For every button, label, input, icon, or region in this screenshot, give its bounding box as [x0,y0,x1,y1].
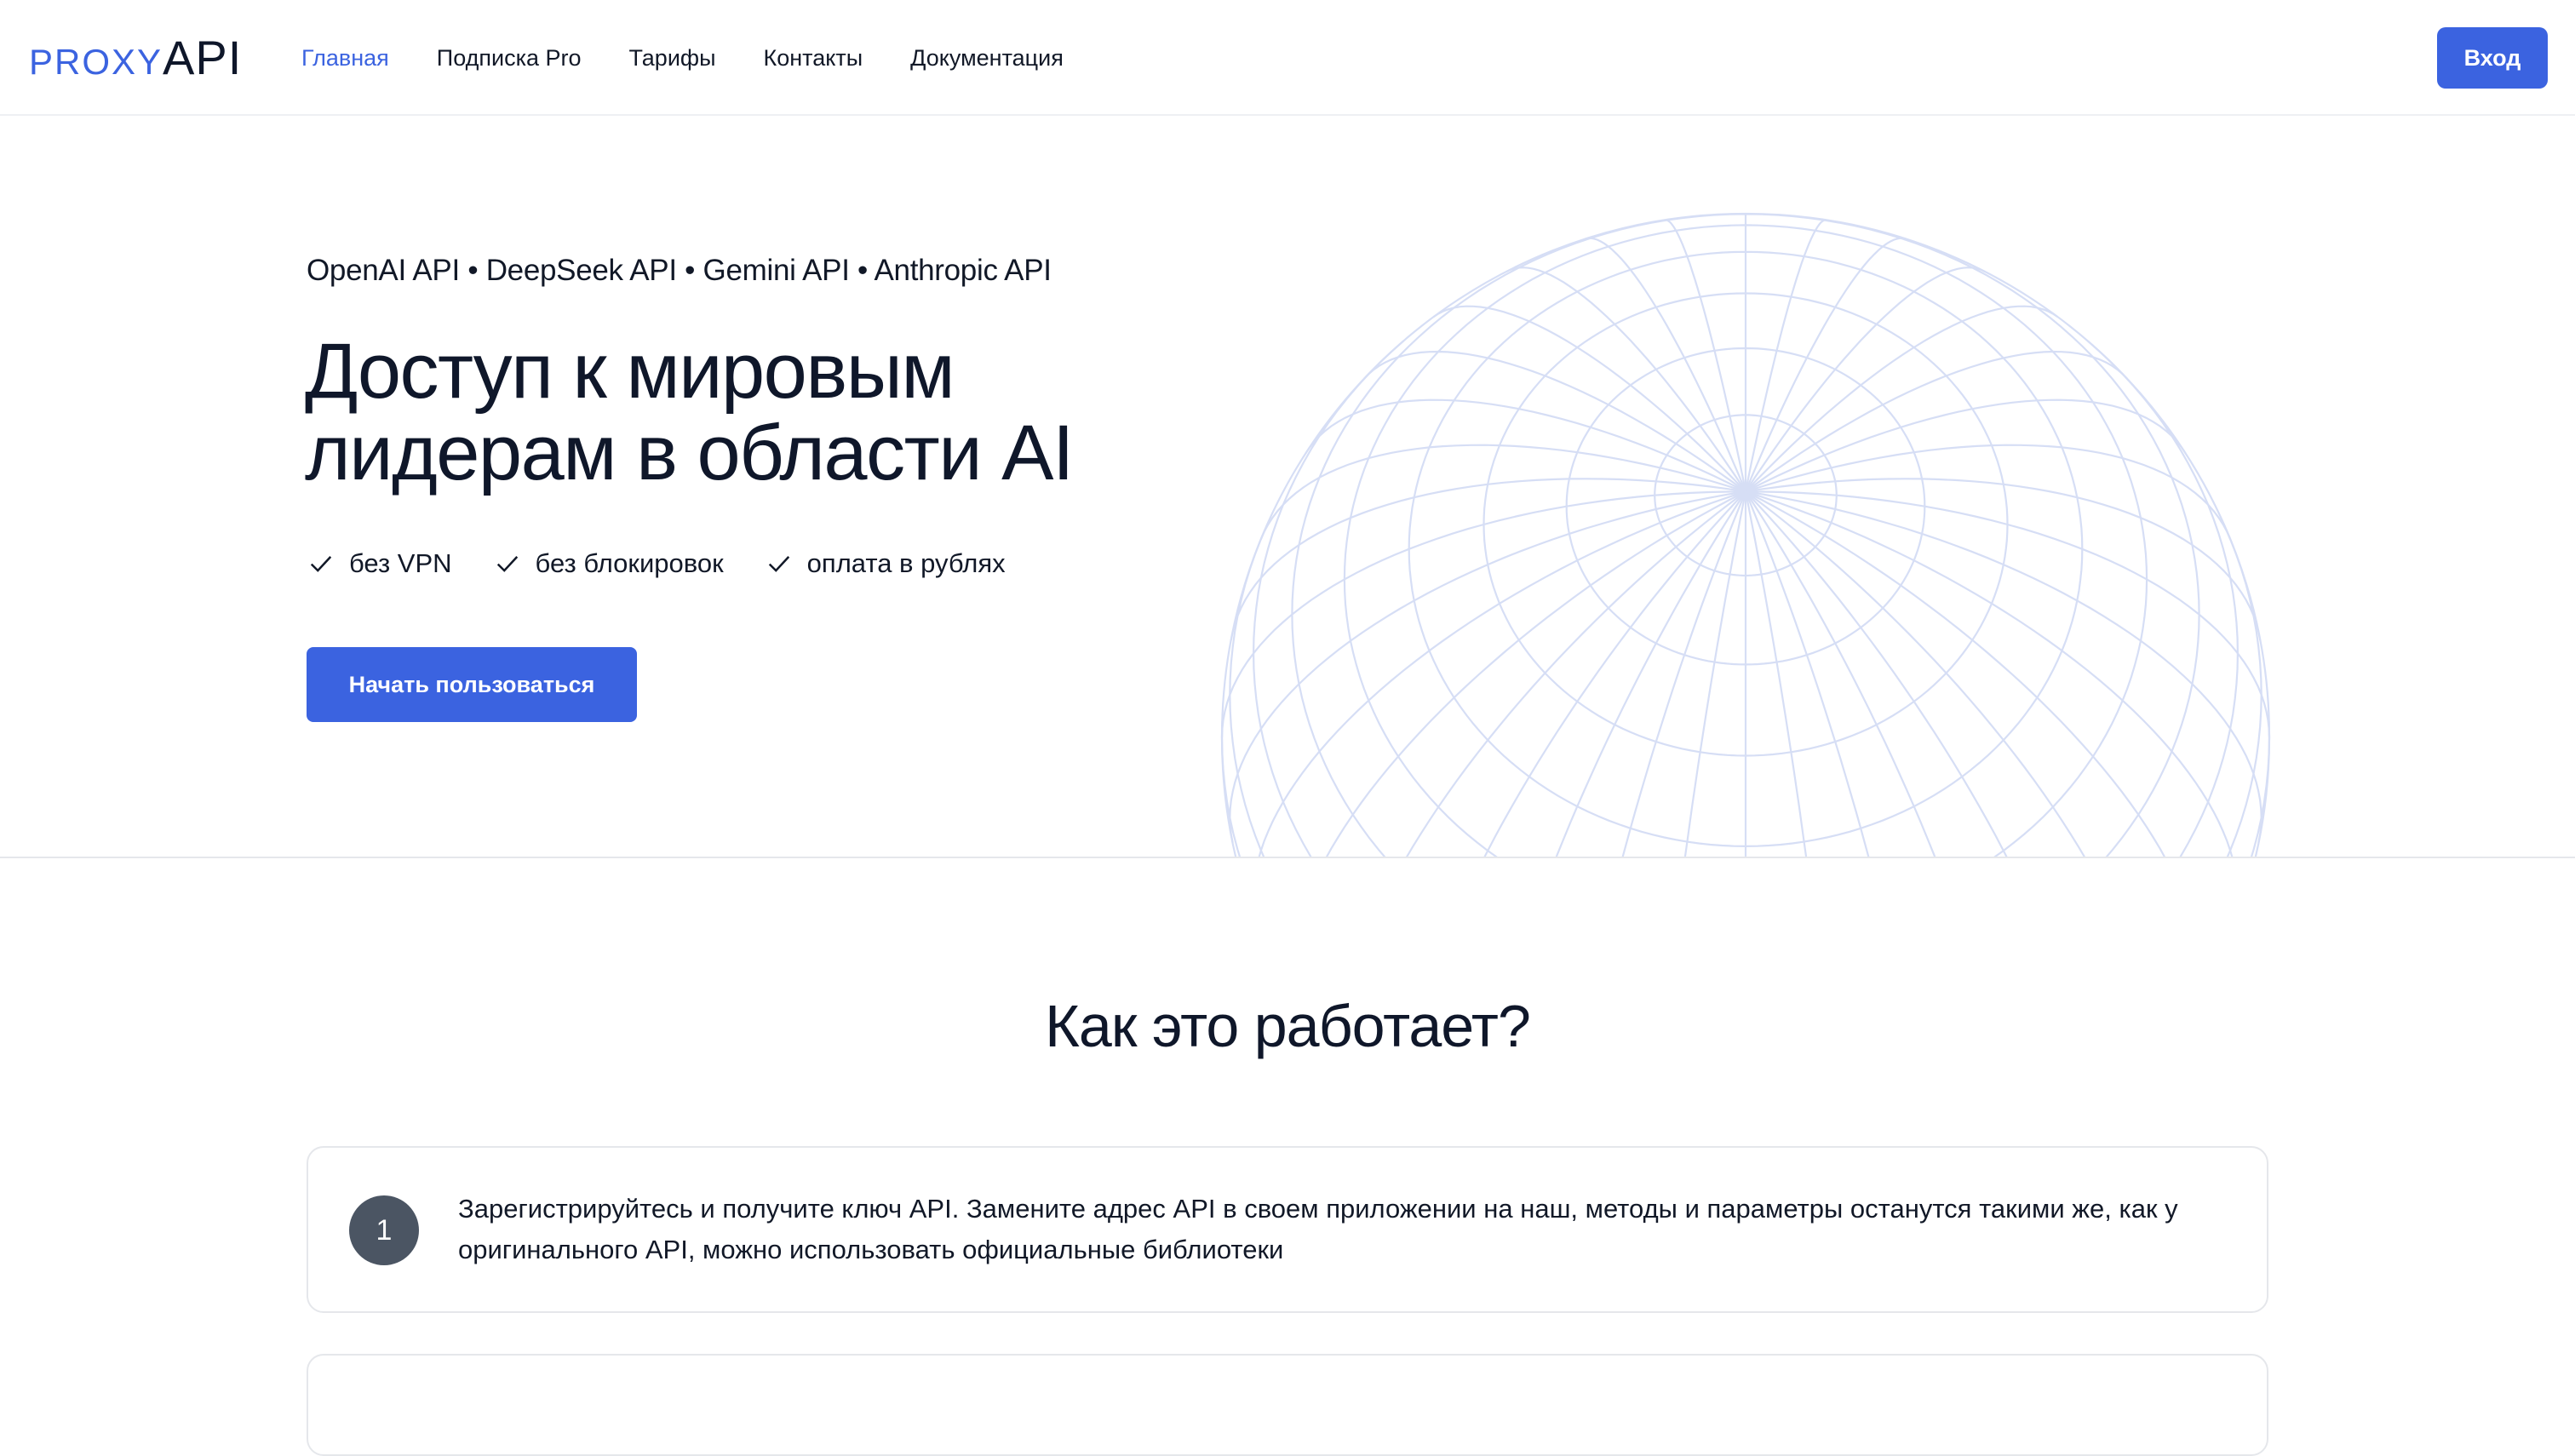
globe-gridline [1745,490,1936,857]
globe-gridline [1745,305,2059,493]
logo-api-text: API [163,31,243,84]
globe-gridline [1745,490,2234,857]
hero-section: OpenAI API • DeepSeek API • Gemini API •… [0,116,2575,858]
nav-item-home[interactable]: Главная [301,41,389,75]
globe-gridline [1405,490,1746,857]
hero-title-line-1: Доступ к мировым [305,328,955,415]
nav-item-docs[interactable]: Документация [910,41,1064,75]
globe-gridline [1745,490,2086,857]
features-list: без VPN без блокировок оплата в рублях [308,547,1006,581]
feature-item: оплата в рублях [766,547,1006,581]
step-card [307,1354,2268,1456]
step-number-badge: 1 [349,1195,419,1265]
globe-gridline [1432,305,1746,493]
globe-gridline [1744,490,1870,857]
check-icon [310,556,332,572]
feature-item: без VPN [308,547,452,581]
logo[interactable]: PROXYAPI [29,31,242,89]
main-nav: Главная Подписка Pro Тарифы Контакты Док… [301,41,1064,75]
hero-title: Доступ к мировым лидерам в области AI [305,328,1075,496]
feature-label: оплата в рублях [806,548,1006,578]
supported-apis-tagline: OpenAI API • DeepSeek API • Gemini API •… [307,254,1052,287]
site-header: PROXYAPI Главная Подписка Pro Тарифы Кон… [0,0,2575,116]
globe-gridline [1744,491,1808,857]
nav-item-pricing[interactable]: Тарифы [629,41,716,75]
feature-label: без VPN [349,548,452,578]
feature-label: без блокировок [535,548,724,578]
globe-gridline [1483,490,1746,857]
globe-icon [1220,213,2271,857]
nav-item-pro-subscription[interactable]: Подписка Pro [437,41,582,75]
login-button[interactable]: Вход [2437,27,2548,89]
globe-gridline [1230,478,1746,641]
hero-title-line-2: лидерам в области AI [305,410,1075,496]
start-using-button[interactable]: Начать пользоваться [307,647,637,722]
globe-gridline [1745,490,2008,857]
globe-gridline [1621,490,1747,857]
step-card: 1 Зарегистрируйтесь и получите ключ API.… [307,1146,2268,1313]
globe-gridline [1745,478,2262,641]
nav-item-contacts[interactable]: Контакты [764,41,863,75]
how-it-works-title: Как это работает? [1045,993,1531,1059]
feature-item: без блокировок [495,547,724,581]
check-icon [496,556,518,572]
step-description: Зарегистрируйтесь и получите ключ API. З… [458,1194,2178,1264]
globe-gridline [1683,491,1747,857]
logo-proxy-text: PROXY [29,42,163,82]
globe-gridline [1555,490,1746,857]
check-icon [768,556,789,572]
globe-gridline [1258,490,1746,857]
